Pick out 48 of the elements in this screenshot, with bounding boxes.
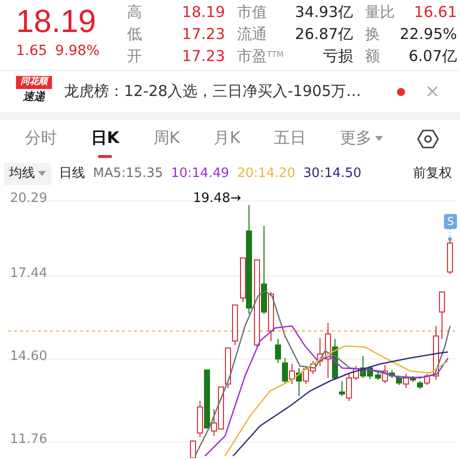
period-tab[interactable]: 五日 <box>274 122 306 156</box>
indicator-dropdown[interactable]: 均线 <box>4 163 51 185</box>
candle <box>232 304 238 346</box>
news-logo: 同花顺 速递 <box>16 76 52 108</box>
axis-label: 17.44 <box>10 265 48 283</box>
period-tab[interactable]: 日K <box>90 122 120 156</box>
axis-label: 20.29 <box>10 190 48 208</box>
settings-icon[interactable] <box>417 128 439 150</box>
stat-label: 量比 <box>364 2 393 22</box>
stat-label: 市盈$^{TTM}$ <box>236 46 285 66</box>
stat-label: 流通 <box>236 24 268 44</box>
signal-marker[interactable]: S <box>444 214 457 229</box>
period-tab[interactable]: 分时 <box>24 122 57 156</box>
ma-value: MA5:15.35 <box>93 165 163 184</box>
news-headline[interactable]: 龙虎榜：12-28入选，三日净买入-1905万… <box>64 80 362 103</box>
leader-line <box>448 228 452 241</box>
stat-value: 17.23 <box>181 46 225 66</box>
stat-label: 开 <box>127 46 143 66</box>
stat-label: 市值 <box>236 2 268 22</box>
stat-value: 亏损 <box>322 46 353 66</box>
axis-label: 11.76 <box>10 431 48 449</box>
stat-value: 17.23 <box>181 24 225 44</box>
candle <box>190 440 196 458</box>
period-label: 日线 <box>59 165 85 184</box>
stat-value: 34.93亿 <box>294 2 353 22</box>
stat-label: 额 <box>364 46 381 66</box>
period-tab[interactable]: 更多 <box>340 122 384 156</box>
close-button[interactable]: × <box>420 78 444 105</box>
stat-value: 22.95% <box>398 24 457 44</box>
ma-value: 30:14.50 <box>303 165 362 184</box>
high-price-marker: 19.48→ <box>193 190 242 208</box>
period-tab[interactable]: 周K <box>153 122 180 156</box>
stat-value: 6.07亿 <box>408 46 457 66</box>
price-change: 1.65 <box>16 42 48 60</box>
stat-value: 26.87亿 <box>294 24 353 44</box>
ma-value: 10:14.49 <box>170 165 230 184</box>
change-percent: 9.98% <box>55 42 100 60</box>
stat-label: 低 <box>127 24 143 44</box>
stat-value: 16.61 <box>413 2 457 22</box>
ma-value: 20:14.20 <box>237 165 296 184</box>
stat-label: 换 <box>364 24 381 44</box>
stat-value: 18.19 <box>181 2 225 22</box>
period-tab[interactable]: 月K <box>214 122 240 156</box>
axis-label: 14.60 <box>10 348 48 366</box>
candle <box>447 240 453 274</box>
adjust-label[interactable]: 前复权 <box>413 164 456 184</box>
stock-price: 18.19 <box>16 4 98 38</box>
stat-label: 高 <box>127 2 143 22</box>
